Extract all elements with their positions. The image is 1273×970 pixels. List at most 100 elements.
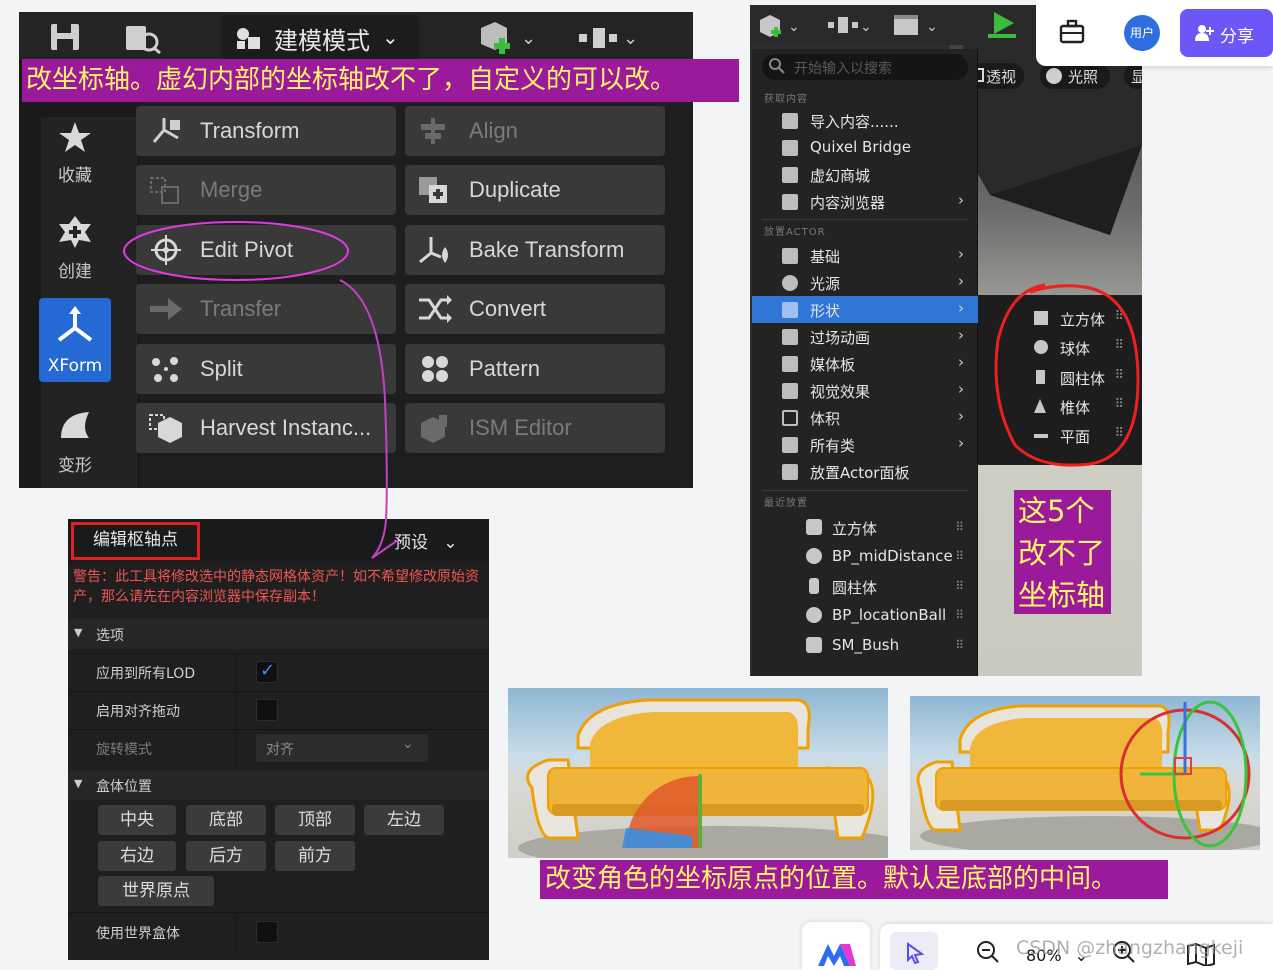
menu-item-import[interactable]: 导入内容...... <box>752 107 978 134</box>
save-icon[interactable] <box>49 22 81 52</box>
menu-item-cinematics[interactable]: 过场动画 › <box>752 323 978 350</box>
transform-button[interactable]: Transform <box>136 106 396 156</box>
recent-item-cylinder[interactable]: 圆柱体 ⠿ <box>752 573 978 602</box>
duplicate-button[interactable]: Duplicate <box>405 165 665 215</box>
bottom-button[interactable]: 底部 <box>186 805 266 835</box>
share-button[interactable]: 分享 <box>1180 9 1273 57</box>
sidebar-item-create[interactable]: 创建 <box>39 208 111 288</box>
svg-text:⌄: ⌄ <box>860 19 872 35</box>
right-button[interactable]: 右边 <box>98 841 176 871</box>
snap-drag-checkbox[interactable] <box>256 699 278 721</box>
add-actor-icon[interactable]: ⌄ <box>477 18 543 56</box>
drag-grip-icon[interactable]: ⠿ <box>955 579 964 593</box>
harvest-instances-button[interactable]: Harvest Instanc... <box>136 403 396 453</box>
add-actor-icon[interactable]: ⌄ <box>758 13 806 39</box>
sidebar-item-xform[interactable]: XForm <box>39 298 111 382</box>
apply-all-lod-checkbox[interactable]: ✓ <box>256 660 278 683</box>
chevron-down-icon: ⌄ <box>443 533 458 553</box>
box-position-section-header[interactable]: ▼ 盒体位置 <box>68 770 489 800</box>
cinematics-icon[interactable]: ⌄ <box>892 13 942 39</box>
convert-button[interactable]: Convert <box>405 284 665 334</box>
pivot-icon <box>148 235 184 265</box>
menu-item-visual-effects[interactable]: 视觉效果 › <box>752 377 978 404</box>
shape-item-cone[interactable]: 椎体 ⠿ <box>978 393 1142 422</box>
shapes-submenu: 立方体 ⠿ 球体 ⠿ 圆柱体 ⠿ 椎体 ⠿ 平面 ⠿ <box>978 295 1142 465</box>
shape-item-plane[interactable]: 平面 ⠿ <box>978 422 1142 451</box>
use-world-box-checkbox[interactable] <box>256 921 278 943</box>
menu-item-media-plate[interactable]: 媒体板 › <box>752 350 978 377</box>
cylinder-icon <box>1036 370 1045 384</box>
view-lit-button[interactable]: 光照 <box>1040 63 1110 89</box>
merge-button[interactable]: Merge <box>136 165 396 215</box>
split-button[interactable]: Split <box>136 344 396 394</box>
modeling-mode-icon <box>234 25 264 51</box>
pattern-button[interactable]: Pattern <box>405 344 665 394</box>
cone-icon <box>1034 399 1046 413</box>
blueprint-icon[interactable]: ⌄ <box>575 22 641 54</box>
chevron-right-icon: › <box>958 326 964 344</box>
shape-item-sphere[interactable]: 球体 ⠿ <box>978 334 1142 363</box>
left-button[interactable]: 左边 <box>364 805 444 835</box>
cylinder-icon <box>809 578 819 594</box>
blueprint-icon[interactable]: ⌄ <box>826 13 874 39</box>
drag-grip-icon[interactable]: ⠿ <box>1114 397 1124 412</box>
menu-item-content-browser[interactable]: 内容浏览器 › <box>752 188 978 215</box>
rotation-mode-select[interactable]: 对齐 ⌄ <box>256 734 428 762</box>
preset-dropdown[interactable]: 预设 ⌄ <box>394 528 458 553</box>
drag-grip-icon[interactable]: ⠿ <box>1114 309 1124 324</box>
recent-item-bp-middistance[interactable]: BP_midDistance ⠿ <box>752 543 978 572</box>
world-origin-button[interactable]: 世界原点 <box>98 876 214 906</box>
drag-grip-icon[interactable]: ⠿ <box>1114 426 1124 441</box>
cinematics-icon <box>782 329 798 345</box>
menu-item-marketplace[interactable]: 虚幻商城 <box>752 161 978 188</box>
search-input[interactable]: 开始输入以搜索 <box>762 54 968 80</box>
zoom-out-icon[interactable] <box>976 940 1000 964</box>
split-icon <box>148 354 184 384</box>
center-button[interactable]: 中央 <box>98 805 176 835</box>
app-logo <box>802 922 870 970</box>
play-icon[interactable] <box>984 10 1020 40</box>
transfer-button[interactable]: Transfer <box>136 284 396 334</box>
transfer-icon <box>148 294 184 324</box>
drag-grip-icon[interactable]: ⠿ <box>955 638 964 652</box>
drag-grip-icon[interactable]: ⠿ <box>955 608 964 622</box>
ism-icon <box>417 413 453 443</box>
recent-item-sm-bush[interactable]: SM_Bush ⠿ <box>752 632 978 661</box>
drag-grip-icon[interactable]: ⠿ <box>1114 338 1124 353</box>
options-section-header[interactable]: ▼ 选项 <box>68 619 489 649</box>
shape-item-cube[interactable]: 立方体 ⠿ <box>978 305 1142 334</box>
search-icon <box>768 57 786 75</box>
deform-icon <box>57 408 93 444</box>
user-avatar[interactable]: 用户 <box>1124 15 1160 51</box>
drag-grip-icon[interactable]: ⠿ <box>955 520 964 534</box>
mode-dropdown[interactable]: 建模模式 ⌄ <box>222 15 419 59</box>
menu-item-basic[interactable]: 基础 › <box>752 242 978 269</box>
bake-transform-button[interactable]: Bake Transform <box>405 225 665 275</box>
add-user-icon <box>1194 24 1214 42</box>
drag-grip-icon[interactable]: ⠿ <box>1114 368 1124 383</box>
briefcase-icon[interactable] <box>1058 18 1086 46</box>
shape-item-cylinder[interactable]: 圆柱体 ⠿ <box>978 364 1142 393</box>
chevron-right-icon: › <box>958 272 964 290</box>
watermark: CSDN @zhangzhangkeji <box>1016 937 1244 959</box>
menu-item-shapes[interactable]: 形状 › <box>752 296 978 323</box>
align-button[interactable]: Align <box>405 106 665 156</box>
edit-pivot-button[interactable]: Edit Pivot <box>136 225 396 275</box>
menu-item-all-classes[interactable]: 所有类 › <box>752 431 978 458</box>
front-button[interactable]: 前方 <box>275 841 355 871</box>
menu-item-lights[interactable]: 光源 › <box>752 269 978 296</box>
menu-item-volumes[interactable]: 体积 › <box>752 404 978 431</box>
browse-icon[interactable] <box>124 22 164 54</box>
recent-item-bp-locationball[interactable]: BP_locationBall ⠿ <box>752 602 978 631</box>
menu-item-quixel-bridge[interactable]: Quixel Bridge <box>752 134 978 161</box>
lit-sphere-icon <box>1046 68 1062 84</box>
top-button[interactable]: 顶部 <box>275 805 355 835</box>
back-button[interactable]: 后方 <box>186 841 266 871</box>
recent-item-cube[interactable]: 立方体 ⠿ <box>752 514 978 543</box>
menu-item-place-actor-panel[interactable]: 放置Actor面板 <box>752 458 978 485</box>
sidebar-item-favorites[interactable]: 收藏 <box>39 112 111 192</box>
sidebar-item-deform[interactable]: 变形 <box>39 402 111 482</box>
select-tool-button[interactable] <box>890 932 938 970</box>
drag-grip-icon[interactable]: ⠿ <box>955 549 964 563</box>
ism-editor-button[interactable]: ISM Editor <box>405 403 665 453</box>
